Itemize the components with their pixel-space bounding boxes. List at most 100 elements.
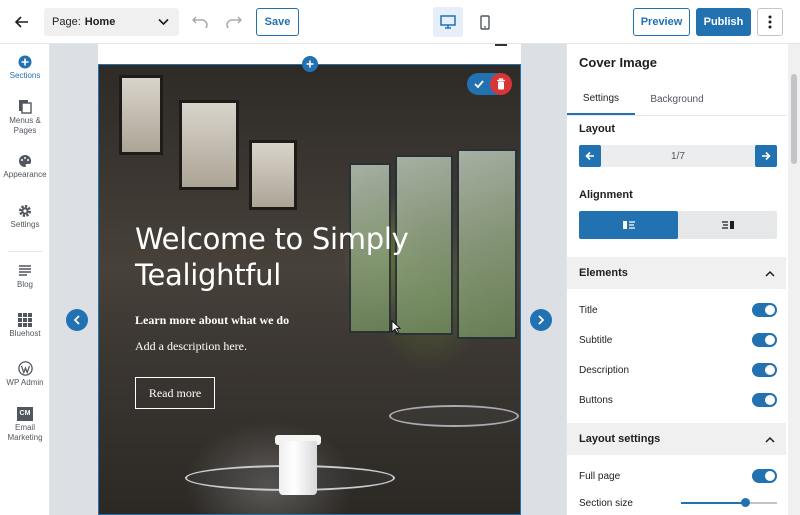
panel-title: Cover Image	[579, 55, 658, 70]
save-button[interactable]: Save	[256, 8, 299, 36]
left-sidebar: Sections Menus & Pages Appearance Settin…	[0, 44, 50, 515]
sidebar-item-sections[interactable]: Sections	[0, 55, 50, 81]
full-page-row: Full page	[579, 467, 777, 485]
mobile-view-icon[interactable]	[470, 7, 500, 37]
previous-layout-arrow-icon[interactable]	[66, 309, 88, 331]
settings-panel: Cover Image Settings Background Layout 1…	[566, 44, 786, 515]
more-options-icon[interactable]	[757, 8, 783, 36]
layout-settings-label: Layout settings	[579, 433, 661, 445]
sidebar-item-blog[interactable]: Blog	[0, 264, 50, 290]
sidebar-item-label: Sections	[9, 71, 41, 80]
sidebar-item-label: Appearance	[3, 170, 47, 179]
page-select[interactable]: Page: Home	[44, 8, 179, 36]
scrollbar-thumb[interactable]	[791, 74, 797, 164]
toggle-label: Title	[579, 304, 598, 316]
sidebar-item-bluehost[interactable]: Bluehost	[0, 313, 50, 339]
layout-stepper: 1/7	[579, 145, 777, 167]
cm-icon: CM	[0, 407, 50, 421]
palette-icon	[0, 154, 50, 168]
wall-picture	[119, 75, 163, 155]
alignment-label: Alignment	[579, 189, 633, 201]
title-toggle[interactable]	[752, 303, 777, 317]
mouse-cursor-icon	[391, 320, 402, 339]
sidebar-item-menus-pages[interactable]: Menus & Pages	[0, 99, 50, 136]
toggle-label: Description	[579, 364, 630, 376]
panel-scrollbar[interactable]	[788, 44, 800, 515]
align-left-icon[interactable]	[579, 211, 678, 239]
tab-background[interactable]: Background	[639, 84, 715, 115]
menu-icon	[495, 44, 507, 46]
sidebar-item-appearance[interactable]: Appearance	[0, 154, 50, 180]
slider-fill	[681, 502, 746, 504]
toggle-label: Full page	[579, 470, 621, 482]
redo-icon[interactable]	[224, 10, 244, 34]
coffee-cup	[279, 441, 317, 495]
full-page-toggle[interactable]	[752, 469, 777, 483]
elements-label: Elements	[579, 267, 628, 279]
sidebar-item-label: Bluehost	[9, 329, 41, 338]
element-row-title: Title	[579, 301, 777, 319]
sidebar-item-settings[interactable]: Settings	[0, 204, 50, 230]
layout-value: 1/7	[671, 150, 685, 162]
sidebar-item-email-marketing[interactable]: CM Email Marketing	[0, 407, 50, 443]
page-select-label: Page:	[52, 16, 81, 28]
layout-label: Layout	[579, 123, 616, 135]
cafe-table	[389, 405, 519, 427]
bluehost-grid-icon	[0, 313, 50, 327]
alignment-toggle	[579, 211, 777, 239]
chevron-up-icon	[765, 268, 775, 280]
next-layout-arrow-icon[interactable]	[530, 309, 552, 331]
back-arrow-icon[interactable]	[8, 8, 36, 36]
element-row-description: Description	[579, 361, 777, 379]
undo-icon[interactable]	[190, 10, 210, 34]
page-select-value: Home	[84, 16, 116, 28]
cover-description[interactable]: Add a description here.	[135, 339, 247, 354]
sidebar-divider	[8, 251, 42, 252]
description-toggle[interactable]	[752, 363, 777, 377]
section-size-row: Section size	[579, 495, 777, 511]
sidebar-item-label: Menus & Pages	[9, 116, 41, 135]
tabs-divider	[567, 115, 786, 116]
read-more-button[interactable]: Read more	[135, 377, 215, 409]
preview-button[interactable]: Preview	[633, 8, 690, 36]
align-right-icon[interactable]	[678, 211, 777, 239]
gear-icon	[0, 204, 50, 218]
layout-next-arrow-icon[interactable]	[755, 145, 777, 167]
trash-icon[interactable]	[490, 73, 512, 95]
element-row-buttons: Buttons	[579, 391, 777, 409]
cover-subtitle[interactable]: Learn more about what we do	[135, 313, 289, 328]
plus-circle-icon	[0, 55, 50, 69]
buttons-toggle[interactable]	[752, 393, 777, 407]
section-size-label: Section size	[579, 497, 633, 509]
pages-icon	[0, 99, 50, 114]
slider-thumb[interactable]	[741, 498, 751, 507]
wall-picture	[249, 140, 297, 210]
desktop-view-icon[interactable]	[433, 7, 463, 37]
sidebar-item-label: WP Admin	[6, 378, 44, 387]
checkmark-icon[interactable]	[471, 76, 487, 92]
sidebar-item-label: Email Marketing	[7, 423, 43, 442]
sidebar-item-label: Settings	[10, 220, 40, 229]
cm-badge: CM	[17, 407, 33, 421]
tab-settings[interactable]: Settings	[567, 84, 635, 115]
sidebar-item-label: Blog	[16, 280, 33, 289]
editor-canvas: Welcome to Simply Tealightful Learn more…	[50, 44, 566, 515]
elements-section-header[interactable]: Elements	[567, 257, 786, 289]
cover-image-section[interactable]: Welcome to Simply Tealightful Learn more…	[98, 64, 521, 515]
toggle-label: Subtitle	[579, 334, 613, 346]
wordpress-icon	[0, 361, 50, 376]
toggle-label: Buttons	[579, 394, 613, 406]
layout-prev-arrow-icon[interactable]	[579, 145, 601, 167]
chevron-down-icon	[158, 16, 169, 30]
blog-icon	[0, 264, 50, 278]
sidebar-item-wp-admin[interactable]: WP Admin	[0, 361, 50, 388]
wall-picture	[179, 100, 239, 190]
subtitle-toggle[interactable]	[752, 333, 777, 347]
publish-button[interactable]: Publish	[696, 8, 751, 36]
layout-settings-section-header[interactable]: Layout settings	[567, 423, 786, 455]
section-size-slider[interactable]	[681, 498, 777, 507]
top-bar: Page: Home Save Preview Publish	[0, 0, 800, 44]
cover-title[interactable]: Welcome to Simply Tealightful	[135, 221, 495, 293]
add-section-icon[interactable]	[302, 56, 318, 72]
element-row-subtitle: Subtitle	[579, 331, 777, 349]
